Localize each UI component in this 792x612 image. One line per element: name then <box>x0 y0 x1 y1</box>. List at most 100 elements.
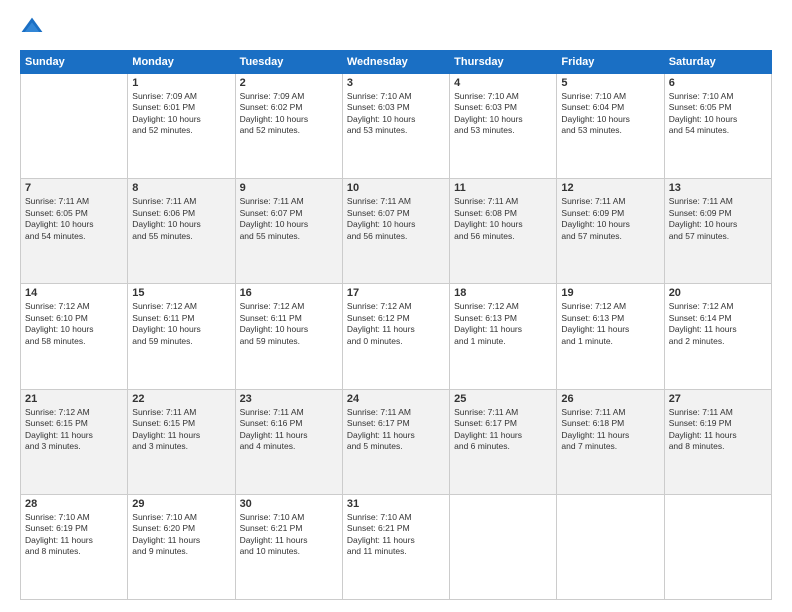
day-info: Sunrise: 7:10 AMSunset: 6:04 PMDaylight:… <box>561 91 659 137</box>
day-number: 10 <box>347 182 445 194</box>
table-row: 18 Sunrise: 7:12 AMSunset: 6:13 PMDayligh… <box>450 284 557 389</box>
logo <box>20 16 46 40</box>
day-info: Sunrise: 7:10 AMSunset: 6:20 PMDaylight:… <box>132 512 230 558</box>
calendar-week-row: 14Sunrise: 7:12 AMSunset: 6:10 PMDayligh… <box>21 284 772 389</box>
table-row: 2 Sunrise: 7:09 AMSunset: 6:02 PMDaylight… <box>235 74 342 179</box>
day-info: Sunrise: 7:12 AMSunset: 6:11 PMDaylight:… <box>240 301 338 347</box>
day-number: 23 <box>240 393 338 405</box>
table-row <box>21 74 128 179</box>
table-row: 13Sunrise: 7:11 AMSunset: 6:09 PMDayligh… <box>664 179 771 284</box>
day-info: Sunrise: 7:12 AMSunset: 6:13 PMDaylight:… <box>561 301 659 347</box>
day-number: 26 <box>561 393 659 405</box>
day-info: Sunrise: 7:09 AMSunset: 6:02 PMDaylight:… <box>240 91 338 137</box>
table-row: 4 Sunrise: 7:10 AMSunset: 6:03 PMDaylight… <box>450 74 557 179</box>
table-row: 7Sunrise: 7:11 AMSunset: 6:05 PMDaylight… <box>21 179 128 284</box>
day-number: 9 <box>240 182 338 194</box>
calendar-week-row: 1 Sunrise: 7:09 AMSunset: 6:01 PMDaylight… <box>21 74 772 179</box>
table-row: 9 Sunrise: 7:11 AMSunset: 6:07 PMDaylight… <box>235 179 342 284</box>
day-info: Sunrise: 7:11 AMSunset: 6:06 PMDaylight:… <box>132 196 230 242</box>
day-info: Sunrise: 7:11 AMSunset: 6:17 PMDaylight:… <box>454 407 552 453</box>
day-number: 21 <box>25 393 123 405</box>
day-number: 3 <box>347 77 445 89</box>
col-saturday: Saturday <box>664 51 771 74</box>
col-thursday: Thursday <box>450 51 557 74</box>
table-row: 21 Sunrise: 7:12 AMSunset: 6:15 PMDayligh… <box>21 389 128 494</box>
day-number: 13 <box>669 182 767 194</box>
calendar-week-row: 21 Sunrise: 7:12 AMSunset: 6:15 PMDayligh… <box>21 389 772 494</box>
day-info: Sunrise: 7:10 AMSunset: 6:03 PMDaylight:… <box>347 91 445 137</box>
day-info: Sunrise: 7:11 AMSunset: 6:15 PMDaylight:… <box>132 407 230 453</box>
day-number: 5 <box>561 77 659 89</box>
day-info: Sunrise: 7:10 AMSunset: 6:21 PMDaylight:… <box>240 512 338 558</box>
col-sunday: Sunday <box>21 51 128 74</box>
day-number: 8 <box>132 182 230 194</box>
table-row: 23 Sunrise: 7:11 AMSunset: 6:16 PMDayligh… <box>235 389 342 494</box>
calendar-table: Sunday Monday Tuesday Wednesday Thursday… <box>20 50 772 600</box>
header-row: Sunday Monday Tuesday Wednesday Thursday… <box>21 51 772 74</box>
table-row: 17Sunrise: 7:12 AMSunset: 6:12 PMDayligh… <box>342 284 449 389</box>
day-number: 6 <box>669 77 767 89</box>
table-row: 10Sunrise: 7:11 AMSunset: 6:07 PMDayligh… <box>342 179 449 284</box>
day-number: 27 <box>669 393 767 405</box>
table-row: 1 Sunrise: 7:09 AMSunset: 6:01 PMDaylight… <box>128 74 235 179</box>
day-info: Sunrise: 7:11 AMSunset: 6:07 PMDaylight:… <box>240 196 338 242</box>
day-info: Sunrise: 7:12 AMSunset: 6:13 PMDaylight:… <box>454 301 552 347</box>
table-row <box>450 494 557 599</box>
day-number: 14 <box>25 287 123 299</box>
table-row: 25 Sunrise: 7:11 AMSunset: 6:17 PMDayligh… <box>450 389 557 494</box>
day-number: 19 <box>561 287 659 299</box>
calendar-week-row: 28 Sunrise: 7:10 AMSunset: 6:19 PMDayligh… <box>21 494 772 599</box>
col-monday: Monday <box>128 51 235 74</box>
day-number: 30 <box>240 498 338 510</box>
table-row: 8 Sunrise: 7:11 AMSunset: 6:06 PMDaylight… <box>128 179 235 284</box>
day-info: Sunrise: 7:12 AMSunset: 6:15 PMDaylight:… <box>25 407 123 453</box>
day-number: 20 <box>669 287 767 299</box>
day-info: Sunrise: 7:10 AMSunset: 6:19 PMDaylight:… <box>25 512 123 558</box>
day-number: 31 <box>347 498 445 510</box>
table-row: 20 Sunrise: 7:12 AMSunset: 6:14 PMDayligh… <box>664 284 771 389</box>
page: Sunday Monday Tuesday Wednesday Thursday… <box>0 0 792 612</box>
col-wednesday: Wednesday <box>342 51 449 74</box>
table-row: 28 Sunrise: 7:10 AMSunset: 6:19 PMDayligh… <box>21 494 128 599</box>
table-row: 27Sunrise: 7:11 AMSunset: 6:19 PMDayligh… <box>664 389 771 494</box>
day-info: Sunrise: 7:11 AMSunset: 6:17 PMDaylight:… <box>347 407 445 453</box>
day-info: Sunrise: 7:11 AMSunset: 6:09 PMDaylight:… <box>561 196 659 242</box>
table-row: 3 Sunrise: 7:10 AMSunset: 6:03 PMDaylight… <box>342 74 449 179</box>
table-row: 19 Sunrise: 7:12 AMSunset: 6:13 PMDayligh… <box>557 284 664 389</box>
col-tuesday: Tuesday <box>235 51 342 74</box>
day-number: 16 <box>240 287 338 299</box>
day-info: Sunrise: 7:09 AMSunset: 6:01 PMDaylight:… <box>132 91 230 137</box>
table-row: 22Sunrise: 7:11 AMSunset: 6:15 PMDayligh… <box>128 389 235 494</box>
table-row: 11 Sunrise: 7:11 AMSunset: 6:08 PMDayligh… <box>450 179 557 284</box>
day-info: Sunrise: 7:12 AMSunset: 6:11 PMDaylight:… <box>132 301 230 347</box>
day-number: 11 <box>454 182 552 194</box>
day-number: 2 <box>240 77 338 89</box>
table-row: 30 Sunrise: 7:10 AMSunset: 6:21 PMDayligh… <box>235 494 342 599</box>
day-number: 1 <box>132 77 230 89</box>
day-number: 18 <box>454 287 552 299</box>
day-number: 24 <box>347 393 445 405</box>
calendar-week-row: 7Sunrise: 7:11 AMSunset: 6:05 PMDaylight… <box>21 179 772 284</box>
table-row: 12 Sunrise: 7:11 AMSunset: 6:09 PMDayligh… <box>557 179 664 284</box>
day-number: 29 <box>132 498 230 510</box>
day-number: 15 <box>132 287 230 299</box>
table-row: 14Sunrise: 7:12 AMSunset: 6:10 PMDayligh… <box>21 284 128 389</box>
table-row: 26 Sunrise: 7:11 AMSunset: 6:18 PMDayligh… <box>557 389 664 494</box>
table-row: 29 Sunrise: 7:10 AMSunset: 6:20 PMDayligh… <box>128 494 235 599</box>
day-info: Sunrise: 7:12 AMSunset: 6:14 PMDaylight:… <box>669 301 767 347</box>
day-number: 12 <box>561 182 659 194</box>
day-number: 17 <box>347 287 445 299</box>
day-info: Sunrise: 7:11 AMSunset: 6:08 PMDaylight:… <box>454 196 552 242</box>
day-info: Sunrise: 7:10 AMSunset: 6:05 PMDaylight:… <box>669 91 767 137</box>
day-number: 4 <box>454 77 552 89</box>
day-info: Sunrise: 7:10 AMSunset: 6:03 PMDaylight:… <box>454 91 552 137</box>
table-row: 15 Sunrise: 7:12 AMSunset: 6:11 PMDayligh… <box>128 284 235 389</box>
table-row: 16 Sunrise: 7:12 AMSunset: 6:11 PMDayligh… <box>235 284 342 389</box>
day-info: Sunrise: 7:11 AMSunset: 6:18 PMDaylight:… <box>561 407 659 453</box>
day-info: Sunrise: 7:11 AMSunset: 6:16 PMDaylight:… <box>240 407 338 453</box>
table-row: 6 Sunrise: 7:10 AMSunset: 6:05 PMDaylight… <box>664 74 771 179</box>
day-number: 25 <box>454 393 552 405</box>
day-number: 28 <box>25 498 123 510</box>
table-row <box>557 494 664 599</box>
day-number: 7 <box>25 182 123 194</box>
